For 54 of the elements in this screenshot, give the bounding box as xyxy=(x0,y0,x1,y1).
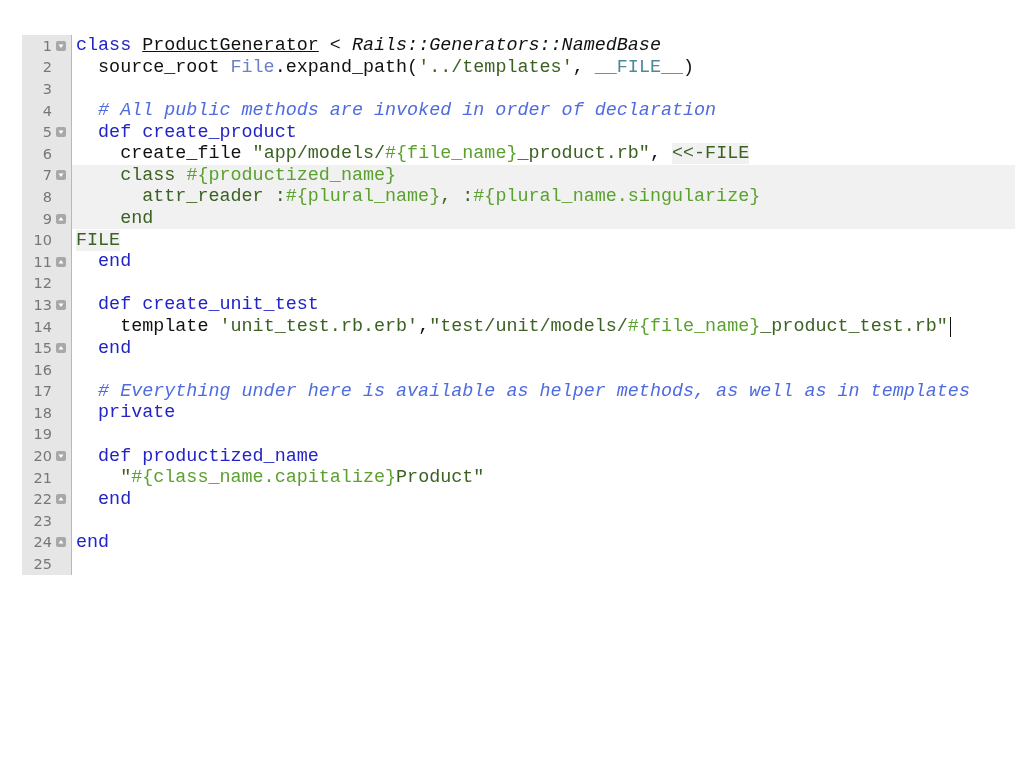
line-number: 16 xyxy=(32,361,52,378)
code-line: private xyxy=(97,402,176,424)
code-line: attr_reader :#{plural_name}, :#{plural_name.singularize} xyxy=(141,186,761,208)
fold-collapse-icon[interactable] xyxy=(56,170,66,181)
code-line: class ProductGenerator < Rails::Generators::NamedBase xyxy=(76,35,661,57)
code-line: # Everything under here is available as helper methods, as well as in templates xyxy=(97,380,970,402)
code-line: class #{productized_name} xyxy=(119,164,397,186)
line-number: 11 xyxy=(32,253,52,270)
line-number: 4 xyxy=(41,102,52,119)
line-number: 9 xyxy=(41,210,52,227)
line-number: 18 xyxy=(32,404,52,421)
line-number: 22 xyxy=(32,491,52,508)
code-line: source_root File.expand_path('../templates', __FILE__) xyxy=(97,56,695,78)
line-number: 23 xyxy=(32,512,52,529)
code-line: # All public methods are invoked in order of declaration xyxy=(97,100,717,122)
code-line: def create_unit_test xyxy=(97,294,319,316)
line-number: 13 xyxy=(32,296,52,313)
line-number: 19 xyxy=(32,426,52,443)
code-line: end xyxy=(97,337,132,359)
line-number: 25 xyxy=(32,556,52,573)
line-number: 21 xyxy=(32,469,52,486)
fold-collapse-icon[interactable] xyxy=(56,127,66,138)
code-line: end xyxy=(97,488,132,510)
line-number: 24 xyxy=(32,534,52,551)
line-number: 7 xyxy=(41,167,52,184)
code-line: end xyxy=(97,251,132,273)
code-line: create_file "app/models/#{file_name}_product.rb", <<-FILE xyxy=(119,143,750,165)
line-number: 3 xyxy=(41,81,52,97)
code-line: def create_product xyxy=(97,121,297,143)
line-number: 10 xyxy=(32,232,52,249)
line-number: 12 xyxy=(32,275,52,292)
code-line: def productized_name xyxy=(97,445,319,467)
code-line: end xyxy=(76,531,110,553)
line-number: 15 xyxy=(32,340,52,357)
fold-collapse-icon[interactable] xyxy=(56,451,66,462)
fold-end-icon[interactable] xyxy=(56,537,66,548)
fold-end-icon[interactable] xyxy=(56,494,66,505)
code-line: end xyxy=(119,208,154,230)
line-number: 5 xyxy=(41,124,52,141)
line-number: 14 xyxy=(32,318,52,335)
fold-collapse-icon[interactable] xyxy=(56,40,66,51)
line-number: 2 xyxy=(41,59,52,76)
line-number: 17 xyxy=(32,383,52,400)
code-editor[interactable] xyxy=(22,35,1015,575)
fold-end-icon[interactable] xyxy=(56,256,66,267)
fold-end-icon[interactable] xyxy=(56,213,66,224)
line-number: 1 xyxy=(41,37,52,54)
fold-collapse-icon[interactable] xyxy=(56,299,66,310)
line-number: 8 xyxy=(41,188,52,205)
fold-end-icon[interactable] xyxy=(56,343,66,354)
code-line: template 'unit_test.rb.erb',"test/unit/models/#{file_name}_product_test.rb" xyxy=(119,316,948,337)
code-line: "#{class_name.capitalize}Product" xyxy=(119,467,485,489)
line-number: 20 xyxy=(32,448,52,465)
line-number: 6 xyxy=(41,145,52,162)
